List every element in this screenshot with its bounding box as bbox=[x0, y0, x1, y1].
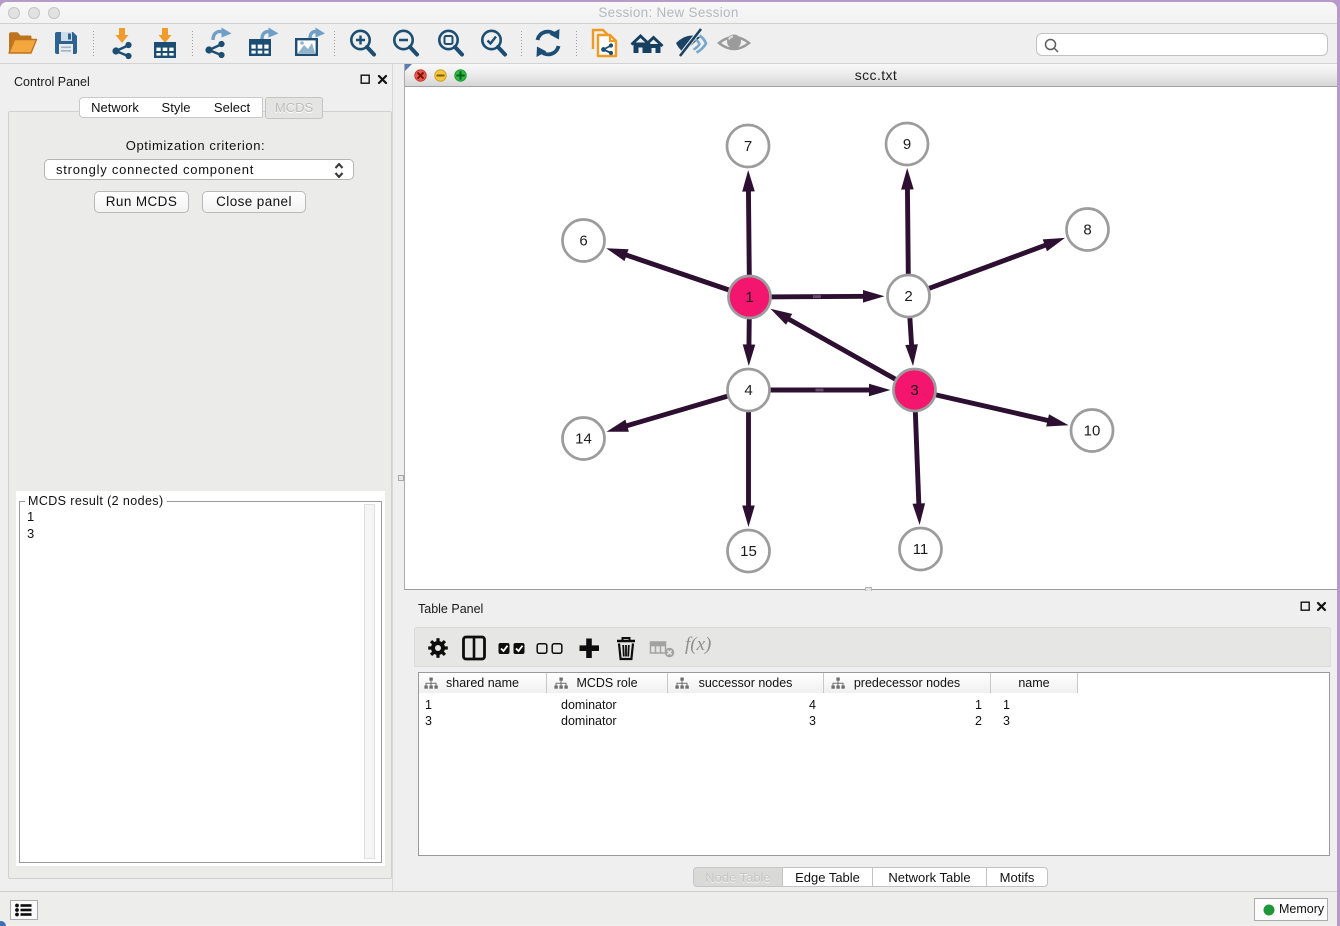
svg-text:8: 8 bbox=[1083, 222, 1091, 239]
svg-text:4: 4 bbox=[744, 382, 752, 399]
svg-text:3: 3 bbox=[910, 382, 918, 399]
svg-text:9: 9 bbox=[903, 136, 911, 153]
svg-text:2: 2 bbox=[904, 288, 912, 305]
svg-text:6: 6 bbox=[579, 233, 587, 250]
svg-text:15: 15 bbox=[740, 543, 757, 560]
svg-text:7: 7 bbox=[744, 138, 752, 155]
svg-text:11: 11 bbox=[913, 541, 929, 558]
svg-text:10: 10 bbox=[1084, 423, 1101, 440]
svg-text:14: 14 bbox=[575, 431, 592, 448]
svg-text:1: 1 bbox=[745, 289, 753, 306]
